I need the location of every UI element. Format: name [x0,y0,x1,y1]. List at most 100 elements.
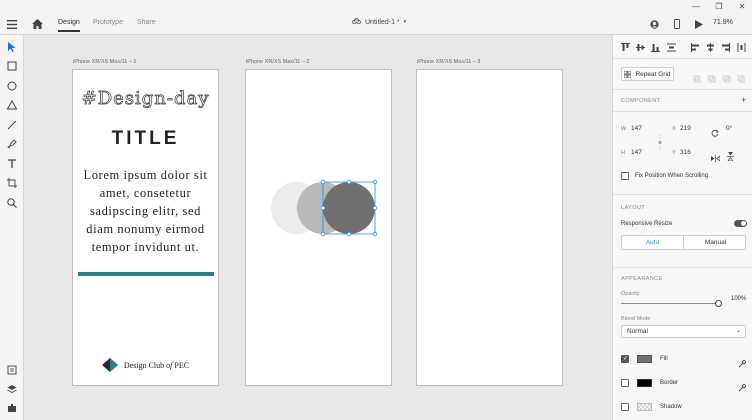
shadow-swatch[interactable] [637,403,652,411]
eyedropper-icon[interactable] [738,355,747,373]
select-tool-icon[interactable] [5,40,19,54]
boolean-ops-icons [692,70,746,88]
artboard-2[interactable] [245,69,392,386]
rectangle-tool-icon[interactable] [5,59,19,73]
plugins-panel-icon[interactable] [5,401,19,415]
opacity-label: Opacity [621,291,640,297]
opacity-slider-handle[interactable] [715,300,722,307]
dark-circle[interactable] [323,182,375,234]
blend-mode-value: Normal [627,328,648,335]
menu-icon[interactable] [5,17,19,31]
align-left-icon[interactable] [689,41,701,53]
close-icon[interactable]: ✕ [736,1,748,12]
flip-vertical-icon[interactable] [727,148,734,166]
pen-tool-icon[interactable] [5,137,19,151]
opacity-value[interactable]: 100% [731,296,746,302]
width-label: W [621,126,627,132]
appearance-section-label: APPEARANCE [621,276,663,282]
polygon-tool-icon[interactable] [5,98,19,112]
align-center-icon[interactable] [704,41,716,53]
lock-aspect-icon[interactable] [657,135,663,151]
align-top-icon[interactable] [619,41,631,53]
circles-group [271,179,378,237]
border-label: Border [660,380,679,386]
brand-text: Design Club of PEC [123,360,190,370]
fill-swatch[interactable] [637,355,652,363]
resize-mode-segmented: Auto Manual [621,235,746,250]
left-toolbar [0,35,24,420]
artboard-label-2[interactable]: iPhone XR/XS Max/11 – 2 [246,59,310,65]
align-bottom-icon[interactable] [649,41,661,53]
border-checkbox[interactable] [621,379,629,387]
zoom-level[interactable]: 71.9% [713,19,733,26]
height-input[interactable]: 147 [631,149,642,156]
fill-checkbox[interactable] [621,355,629,363]
line-tool-icon[interactable] [5,118,19,132]
artboard-label-1[interactable]: iPhone XR/XS Max/11 – 1 [73,59,137,65]
ellipse-tool-icon[interactable] [5,79,19,93]
component-section-label: COMPONENT [621,98,661,104]
border-swatch[interactable] [637,379,652,387]
auto-button[interactable]: Auto [622,236,684,249]
artboard-tool-icon[interactable] [5,176,19,190]
zoom-tool-icon[interactable] [5,196,19,210]
home-icon[interactable] [30,17,44,31]
play-icon[interactable] [692,17,706,31]
top-toolbar: Design Prototype Share Untitled-1 * ▾ 71… [0,13,752,35]
brand-logo[interactable]: Design Club of PEC [73,358,218,372]
align-middle-icon[interactable] [634,41,646,53]
shadow-checkbox[interactable] [621,403,629,411]
document-title-text: Untitled-1 * [365,18,400,26]
device-preview-icon[interactable] [670,17,684,31]
design-canvas[interactable]: iPhone XR/XS Max/11 – 1 iPhone XR/XS Max… [24,35,612,420]
window-titlebar: — ❐ ✕ [0,0,752,13]
text-tool-icon[interactable] [5,157,19,171]
distribute-vertical-icon[interactable] [665,41,677,53]
opacity-slider-track[interactable] [621,303,719,304]
artboard-1[interactable]: #Design-day TITLE Lorem ipsum dolor sit … [72,69,219,386]
assets-panel-icon[interactable] [5,363,19,377]
diamond-logo-icon [101,358,118,372]
repeat-grid-button[interactable]: Repeat Grid [621,67,674,81]
hashtag-heading[interactable]: #Design-day [73,88,218,110]
divider [613,89,752,90]
responsive-resize-toggle[interactable] [734,220,747,227]
chevron-down-icon: ⌄ [735,328,741,334]
tab-design[interactable]: Design [58,19,80,32]
minimize-icon[interactable]: — [690,1,702,12]
property-inspector: Repeat Grid COMPONENT + W 147 X 219 0° H… [612,35,752,420]
document-title[interactable]: Untitled-1 * ▾ [351,18,406,26]
align-toolbar [613,35,752,59]
divider [613,267,752,268]
fill-label: Fill [660,356,668,362]
repeat-grid-label: Repeat Grid [635,70,671,78]
responsive-resize-label: Responsive Resize [621,221,673,227]
distribute-horizontal-icon[interactable] [735,41,747,53]
cloud-document-icon [351,18,362,26]
align-right-icon[interactable] [719,41,731,53]
x-input[interactable]: 219 [680,125,691,132]
manual-button[interactable]: Manual [685,236,746,249]
artboard-3[interactable] [416,69,563,386]
tab-share[interactable]: Share [137,19,156,26]
layers-panel-icon[interactable] [5,382,19,396]
height-label: H [621,150,625,156]
rotation-input[interactable]: 0° [726,125,732,132]
x-label: X [672,126,676,132]
y-input[interactable]: 316 [680,149,691,156]
body-text[interactable]: Lorem ipsum dolor sit amet, consetetur s… [79,166,212,256]
restore-icon[interactable]: ❐ [713,1,725,12]
artboard-title[interactable]: TITLE [73,128,218,150]
repeat-grid-icon [624,70,632,78]
tab-prototype[interactable]: Prototype [93,19,123,26]
width-input[interactable]: 147 [631,125,642,132]
flip-horizontal-icon[interactable] [711,149,721,167]
add-component-icon[interactable]: + [741,95,746,105]
account-icon[interactable] [647,17,661,31]
fix-position-checkbox[interactable] [621,172,629,180]
divider [613,111,752,112]
accent-bar[interactable] [78,272,214,276]
artboard-label-3[interactable]: iPhone XR/XS Max/11 – 3 [417,59,481,65]
eyedropper-icon[interactable] [738,379,747,397]
blend-mode-select[interactable]: Normal ⌄ [621,325,746,338]
